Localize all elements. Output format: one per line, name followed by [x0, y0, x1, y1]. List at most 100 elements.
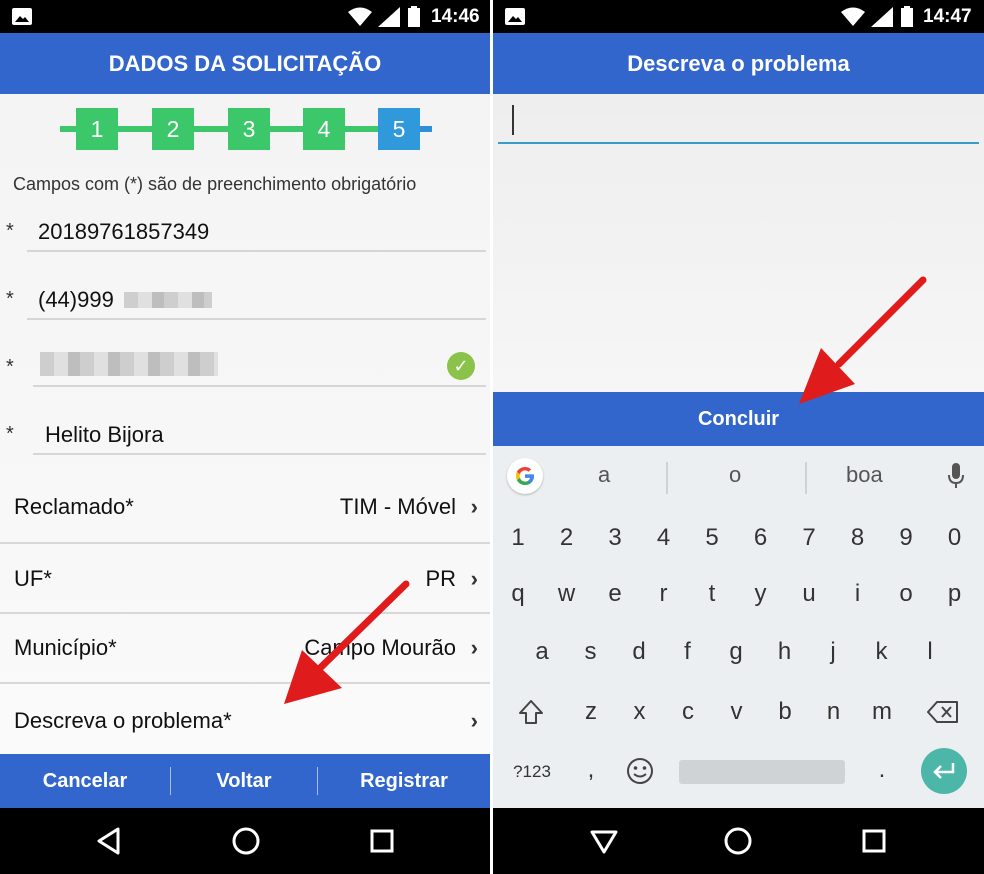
key-9[interactable]: 9	[884, 512, 928, 564]
name-field[interactable]: * Helito Bijora	[0, 413, 490, 473]
key-3[interactable]: 3	[593, 512, 637, 564]
key-p[interactable]: p	[933, 568, 977, 620]
phone-value: (44)999	[38, 287, 114, 312]
key-m[interactable]: m	[860, 686, 904, 738]
key-6[interactable]: 6	[739, 512, 783, 564]
blurred-text	[124, 292, 212, 308]
key-w[interactable]: w	[545, 568, 589, 620]
suggestion-strip: a o boa	[493, 446, 984, 506]
cancel-button[interactable]: Cancelar	[0, 754, 170, 808]
key-o[interactable]: o	[884, 568, 928, 620]
red-arrow-annotation	[799, 276, 927, 404]
red-arrow-annotation	[284, 580, 410, 704]
row-reclamado[interactable]: Reclamado* TIM - Móvel ›	[0, 474, 490, 544]
period-key[interactable]: .	[860, 744, 904, 796]
protocol-value: 20189761857349	[38, 219, 210, 244]
step-5: 5	[378, 108, 420, 150]
signal-icon	[378, 7, 400, 27]
key-k[interactable]: k	[860, 626, 904, 678]
key-g[interactable]: g	[714, 626, 758, 678]
suggestion-item[interactable]: a	[598, 462, 610, 488]
key-v[interactable]: v	[715, 686, 759, 738]
microphone-icon[interactable]	[947, 462, 965, 490]
field-underline	[27, 250, 486, 252]
right-screen: 14:47 Descreva o problema Concluir a o b…	[493, 0, 984, 874]
name-value: Helito Bijora	[45, 422, 164, 447]
row-label: Reclamado*	[14, 494, 134, 519]
key-q[interactable]: q	[496, 568, 540, 620]
row-municipio[interactable]: Município* Campo Mourão ›	[0, 614, 490, 684]
key-f[interactable]: f	[666, 626, 710, 678]
field-underline	[33, 385, 486, 387]
required-star: *	[6, 220, 14, 242]
key-7[interactable]: 7	[787, 512, 831, 564]
back-button[interactable]: Voltar	[171, 754, 317, 808]
key-0[interactable]: 0	[933, 512, 977, 564]
key-1[interactable]: 1	[496, 512, 540, 564]
email-field[interactable]: * ✓	[0, 344, 490, 404]
recents-nav-icon[interactable]	[861, 826, 887, 856]
problem-text-field[interactable]	[498, 100, 979, 144]
row-value: PR	[425, 566, 456, 591]
status-time: 14:46	[431, 6, 480, 27]
image-notification-icon	[12, 8, 32, 25]
hide-keyboard-nav-icon[interactable]	[589, 826, 619, 856]
key-8[interactable]: 8	[836, 512, 880, 564]
google-g-icon[interactable]	[507, 458, 543, 494]
key-a[interactable]: a	[520, 626, 564, 678]
step-4: 4	[303, 108, 345, 150]
key-u[interactable]: u	[787, 568, 831, 620]
symbols-key[interactable]: ?123	[507, 746, 557, 798]
key-z[interactable]: z	[569, 686, 613, 738]
chevron-right-icon: ›	[470, 635, 478, 660]
key-y[interactable]: y	[739, 568, 783, 620]
home-nav-icon[interactable]	[723, 826, 753, 856]
wifi-icon	[841, 7, 865, 26]
step-1: 1	[76, 108, 118, 150]
register-button[interactable]: Registrar	[318, 754, 490, 808]
row-uf[interactable]: UF* PR ›	[0, 544, 490, 614]
battery-icon	[901, 6, 913, 27]
space-bar[interactable]	[679, 760, 845, 784]
protocol-field[interactable]: * 20189761857349	[0, 210, 490, 270]
key-b[interactable]: b	[763, 686, 807, 738]
key-d[interactable]: d	[617, 626, 661, 678]
chevron-right-icon: ›	[470, 708, 478, 733]
suggestion-divider	[666, 462, 668, 494]
chevron-right-icon: ›	[470, 494, 478, 519]
row-label: Município*	[14, 635, 117, 660]
required-star: *	[6, 423, 14, 445]
key-l[interactable]: l	[908, 626, 952, 678]
problem-input[interactable]	[498, 100, 979, 142]
key-2[interactable]: 2	[545, 512, 589, 564]
enter-key[interactable]	[921, 748, 967, 794]
key-r[interactable]: r	[642, 568, 686, 620]
key-s[interactable]: s	[569, 626, 613, 678]
key-j[interactable]: j	[811, 626, 855, 678]
key-c[interactable]: c	[666, 686, 710, 738]
check-icon: ✓	[447, 352, 475, 380]
key-x[interactable]: x	[618, 686, 662, 738]
back-nav-icon[interactable]	[96, 826, 122, 856]
suggestion-item[interactable]: o	[729, 462, 741, 488]
key-4[interactable]: 4	[642, 512, 686, 564]
key-n[interactable]: n	[812, 686, 856, 738]
key-t[interactable]: t	[690, 568, 734, 620]
key-h[interactable]: h	[763, 626, 807, 678]
emoji-icon[interactable]	[625, 756, 655, 786]
required-star: *	[6, 288, 14, 310]
home-nav-icon[interactable]	[231, 826, 261, 856]
key-i[interactable]: i	[836, 568, 880, 620]
comma-key[interactable]: ,	[569, 744, 613, 796]
row-descreva-problema[interactable]: Descreva o problema* ›	[0, 684, 490, 754]
phone-field[interactable]: * (44)999	[0, 278, 490, 338]
suggestion-item[interactable]: boa	[846, 462, 883, 488]
key-e[interactable]: e	[593, 568, 637, 620]
system-nav-bar	[0, 808, 490, 874]
blurred-text	[40, 352, 218, 376]
left-screen: 14:46 DADOS DA SOLICITAÇÃO 1 2 3 4 5 Cam…	[0, 0, 490, 874]
shift-icon[interactable]	[517, 698, 545, 726]
backspace-icon[interactable]	[927, 700, 959, 724]
recents-nav-icon[interactable]	[369, 826, 395, 856]
key-5[interactable]: 5	[690, 512, 734, 564]
